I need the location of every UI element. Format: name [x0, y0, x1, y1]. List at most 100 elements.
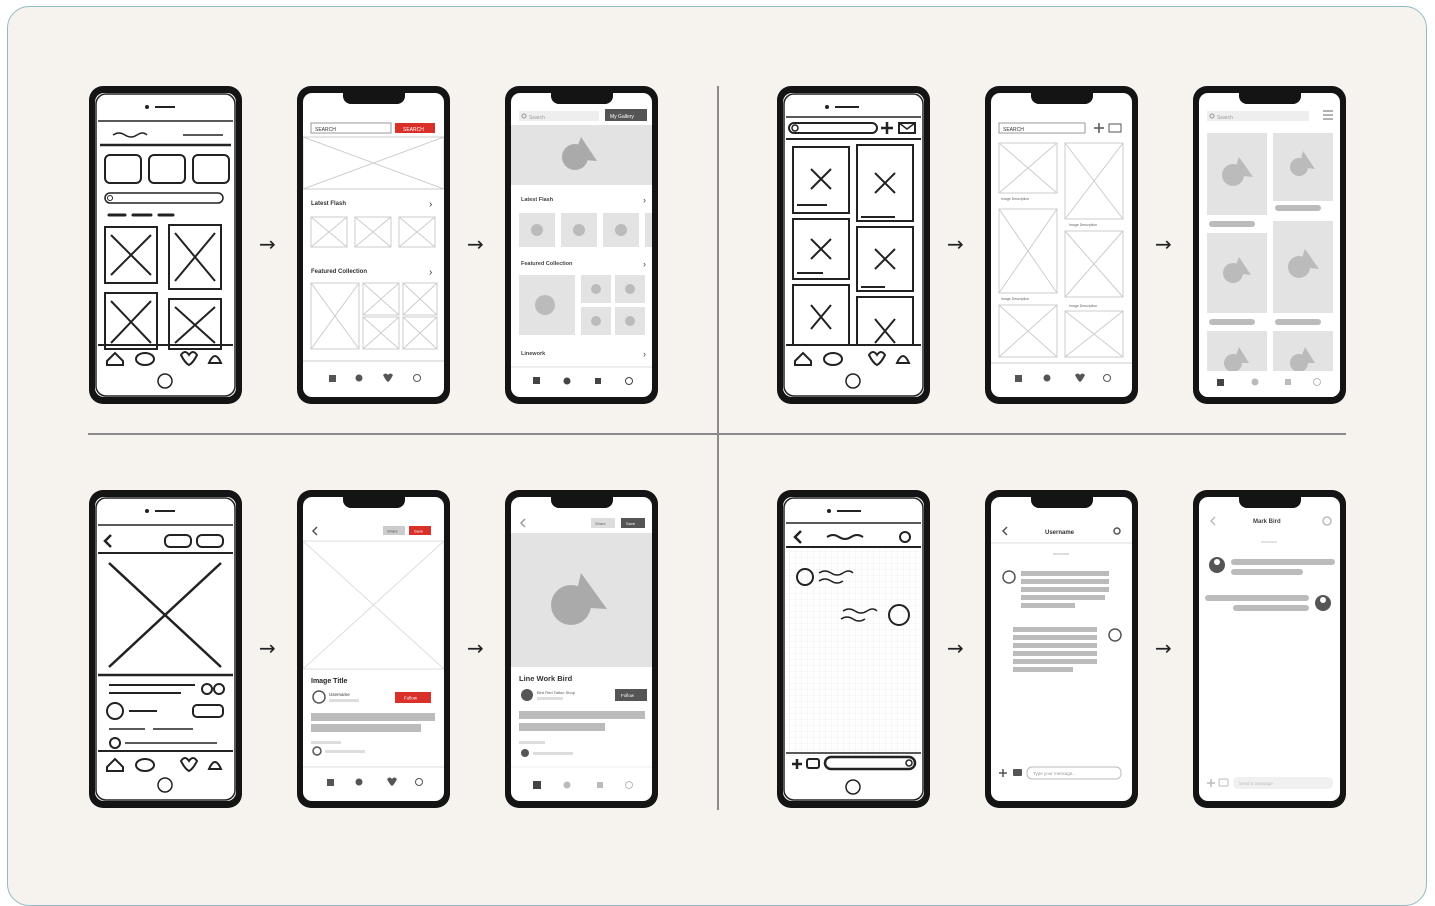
- home-icon: [533, 781, 541, 789]
- sketch-grid-wireframe: [783, 93, 924, 397]
- phone-notch: [550, 497, 613, 508]
- vertical-divider: [717, 86, 719, 810]
- avatar: [1002, 570, 1016, 584]
- lofi-chat-phone: Username Type your message...: [985, 490, 1138, 808]
- section-latest-label: Latest Flash: [311, 201, 346, 207]
- search-field-label: SEARCH: [315, 127, 336, 133]
- phone-screen: SEARCH Image Description Image Descripti…: [991, 93, 1132, 397]
- phone-notch: [1238, 497, 1301, 508]
- phone-notch: [1030, 93, 1093, 104]
- heart-icon: [383, 373, 393, 382]
- settings-icon: [1322, 516, 1332, 526]
- avatar: [312, 746, 322, 756]
- plus-icon: [1207, 779, 1215, 787]
- plus-icon: [999, 769, 1007, 777]
- phone-screen: Share Save Line Work Bird Bird Red Tatto…: [511, 497, 652, 801]
- chevron-right-icon: ›: [429, 267, 432, 278]
- back-icon: [519, 518, 526, 528]
- search-placeholder: Search: [1217, 115, 1233, 121]
- home-icon: [329, 375, 336, 382]
- follow-button-label: Follow: [621, 693, 635, 698]
- username-label: Username: [329, 692, 350, 697]
- eye-icon: [1043, 374, 1051, 382]
- phone-notch: [342, 497, 405, 508]
- chevron-right-icon: ›: [643, 259, 646, 269]
- search-button-label: SEARCH: [403, 127, 424, 133]
- hifi-chat-phone: Mark Bird Send a message: [1193, 490, 1346, 808]
- follow-button-label: Follow: [404, 696, 418, 701]
- phone-screen: [783, 93, 924, 397]
- flow-arrow: →: [1155, 636, 1172, 660]
- phone-notch: [1030, 497, 1093, 508]
- home-icon: [1217, 379, 1224, 386]
- chat-header-username: Mark Bird: [1253, 519, 1281, 525]
- flow-arrow: →: [467, 636, 484, 660]
- sketch-home-wireframe: [95, 93, 236, 397]
- camera-icon: [1013, 769, 1022, 776]
- hifi-grid-screen: Search: [1199, 110, 1340, 397]
- image-title: Image Title: [311, 678, 348, 685]
- image-title: Line Work Bird: [519, 674, 573, 683]
- search-field-label: SEARCH: [1003, 127, 1024, 133]
- home-icon: [327, 779, 334, 786]
- sketch-chat-phone: [777, 490, 930, 808]
- phone-notch: [1238, 93, 1301, 104]
- heart-icon: [387, 777, 397, 786]
- flow-arrow: →: [1155, 232, 1172, 256]
- profile-icon: [625, 377, 633, 385]
- section-featured-label: Featured Collection: [521, 261, 573, 267]
- section-latest-label: Latest Flash: [521, 197, 554, 203]
- share-button-label: Share: [595, 521, 606, 526]
- back-icon: [1001, 526, 1008, 536]
- phone-screen: [783, 497, 924, 801]
- phone-notch: [342, 93, 405, 104]
- eye-icon: [1251, 378, 1259, 386]
- flow-arrow: →: [947, 636, 964, 660]
- chevron-right-icon: ›: [643, 349, 646, 359]
- hifi-browse-screen: Search My Gallery Latest Flash › Feature…: [511, 109, 652, 385]
- section-featured-label: Featured Collection: [311, 269, 367, 275]
- lofi-browse-phone: SEARCH SEARCH Latest Flash › Featured Co…: [297, 86, 450, 404]
- hifi-detail-phone: Share Save Line Work Bird Bird Red Tatto…: [505, 490, 658, 808]
- save-button-label: Save: [414, 529, 424, 534]
- heart-icon: [1075, 373, 1085, 382]
- share-button-label: Share: [387, 529, 398, 534]
- mail-icon: [1108, 123, 1122, 133]
- phone-screen: Search: [1199, 93, 1340, 397]
- avatar: [1108, 628, 1122, 642]
- sketch-grid-phone: [777, 86, 930, 404]
- sketch-detail-phone: [89, 490, 242, 808]
- artist-label: Bird Red Tattoo Shop: [537, 690, 576, 695]
- save-button-label: Save: [626, 521, 636, 526]
- image-caption: Image Description: [1069, 304, 1097, 308]
- camera-icon: [1218, 778, 1229, 787]
- back-icon: [1209, 516, 1216, 526]
- profile-icon: [415, 778, 423, 786]
- profile-icon: [1103, 374, 1111, 382]
- phone-screen: Username Type your message...: [991, 497, 1132, 801]
- home-icon: [533, 377, 540, 384]
- avatar: [521, 689, 533, 701]
- profile-icon: [413, 374, 421, 382]
- lofi-grid-phone: SEARCH Image Description Image Descripti…: [985, 86, 1138, 404]
- phone-screen: [95, 497, 236, 801]
- message-placeholder: Type your message...: [1033, 771, 1076, 776]
- phone-notch: [550, 93, 613, 104]
- section-linework-label: Linework: [521, 351, 546, 357]
- lofi-detail-phone: Share Save Image Title Username Follow: [297, 490, 450, 808]
- phone-screen: [95, 93, 236, 397]
- plus-icon: [1094, 123, 1104, 133]
- image-caption: Image Description: [1001, 297, 1029, 301]
- search-placeholder: Search: [529, 115, 545, 121]
- my-gallery-button-label: My Gallery: [610, 114, 634, 120]
- eye-icon: [355, 778, 363, 786]
- sketch-detail-wireframe: [95, 497, 236, 801]
- hifi-detail-screen: Share Save Line Work Bird Bird Red Tatto…: [511, 518, 652, 789]
- phone-screen: Share Save Image Title Username Follow: [303, 497, 444, 801]
- sketch-chat-wireframe: [783, 497, 924, 801]
- lofi-chat-wireframe: Username Type your message...: [991, 526, 1132, 780]
- menu-icon: [1323, 110, 1333, 120]
- lofi-browse-wireframe: SEARCH SEARCH Latest Flash › Featured Co…: [303, 122, 444, 382]
- back-icon: [311, 526, 318, 536]
- avatar: [521, 749, 529, 757]
